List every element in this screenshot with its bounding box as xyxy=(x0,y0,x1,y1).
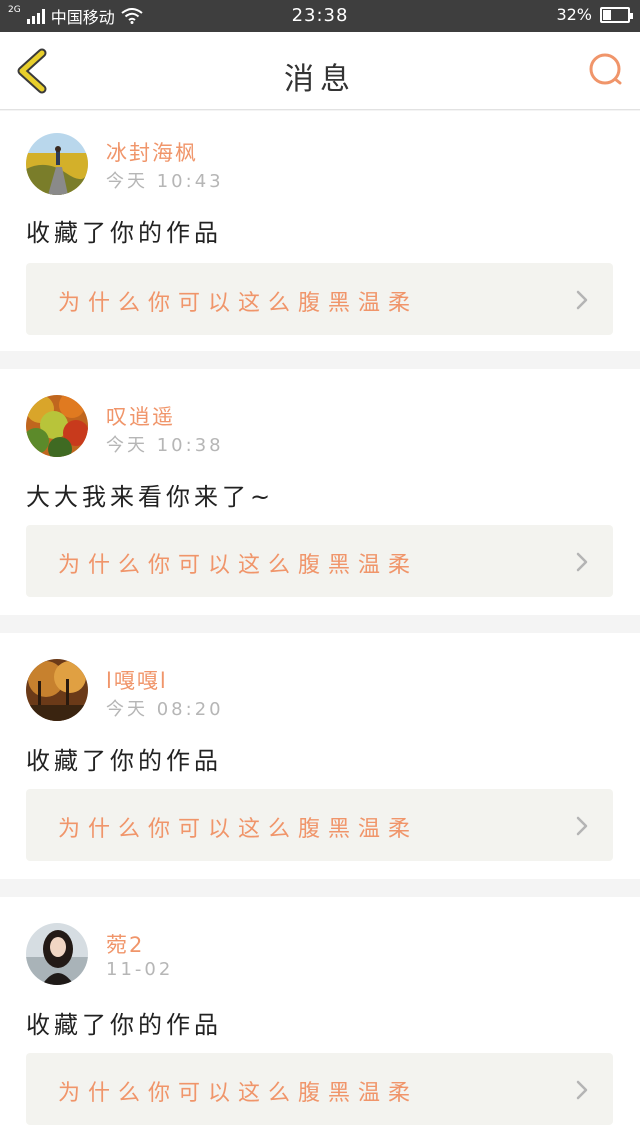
work-title: 为什么你可以这么腹黑温柔 xyxy=(58,553,419,578)
avatar[interactable] xyxy=(26,395,88,457)
message-text: 收藏了你的作品 xyxy=(26,1011,222,1039)
avatar-image xyxy=(26,395,88,457)
work-title: 为什么你可以这么腹黑温柔 xyxy=(58,817,419,842)
message-time: 今天 10:38 xyxy=(106,435,224,456)
avatar[interactable] xyxy=(26,659,88,721)
work-link[interactable]: 为什么你可以这么腹黑温柔 xyxy=(26,263,613,335)
chevron-right-icon xyxy=(576,552,588,572)
message-item: 叹逍遥 今天 10:38 大大我来看你来了~ 为什么你可以这么腹黑温柔 xyxy=(0,369,640,615)
status-right: 32% xyxy=(556,5,633,24)
message-text: 大大我来看你来了~ xyxy=(26,483,275,511)
avatar[interactable] xyxy=(26,923,88,985)
avatar-image xyxy=(26,659,88,721)
work-link[interactable]: 为什么你可以这么腹黑温柔 xyxy=(26,525,613,597)
message-item: 冰封海枫 今天 10:43 收藏了你的作品 为什么你可以这么腹黑温柔 xyxy=(0,111,640,351)
work-title: 为什么你可以这么腹黑温柔 xyxy=(58,291,419,316)
chevron-right-icon xyxy=(576,1080,588,1100)
avatar[interactable] xyxy=(26,133,88,195)
status-bar: 2G 中国移动 23:38 32% xyxy=(0,0,640,32)
work-link[interactable]: 为什么你可以这么腹黑温柔 xyxy=(26,789,613,861)
username[interactable]: 菀2 xyxy=(106,929,144,959)
avatar-image xyxy=(26,923,88,985)
message-time: 11-02 xyxy=(106,959,174,980)
page-title: 消息 xyxy=(284,62,356,97)
message-item: 菀2 11-02 收藏了你的作品 为什么你可以这么腹黑温柔 xyxy=(0,897,640,1138)
search-icon xyxy=(589,53,622,85)
message-text: 收藏了你的作品 xyxy=(26,747,222,775)
message-time: 今天 08:20 xyxy=(106,699,224,720)
work-title: 为什么你可以这么腹黑温柔 xyxy=(58,1081,419,1106)
username[interactable]: 叹逍遥 xyxy=(106,401,175,431)
chevron-right-icon xyxy=(576,816,588,836)
message-time: 今天 10:43 xyxy=(106,171,224,192)
search-button[interactable] xyxy=(586,50,626,90)
avatar-image xyxy=(26,133,88,195)
username[interactable]: l嘎嘎l xyxy=(106,665,168,695)
username[interactable]: 冰封海枫 xyxy=(106,137,198,167)
chevron-right-icon xyxy=(576,290,588,310)
work-link[interactable]: 为什么你可以这么腹黑温柔 xyxy=(26,1053,613,1125)
message-item: l嘎嘎l 今天 08:20 收藏了你的作品 为什么你可以这么腹黑温柔 xyxy=(0,633,640,879)
battery-fill xyxy=(603,9,611,20)
navigation-bar: 消息 xyxy=(0,32,640,110)
message-text: 收藏了你的作品 xyxy=(26,219,222,247)
battery-icon xyxy=(600,6,633,23)
battery-percent: 32% xyxy=(556,5,592,24)
clock: 23:38 xyxy=(291,5,349,26)
